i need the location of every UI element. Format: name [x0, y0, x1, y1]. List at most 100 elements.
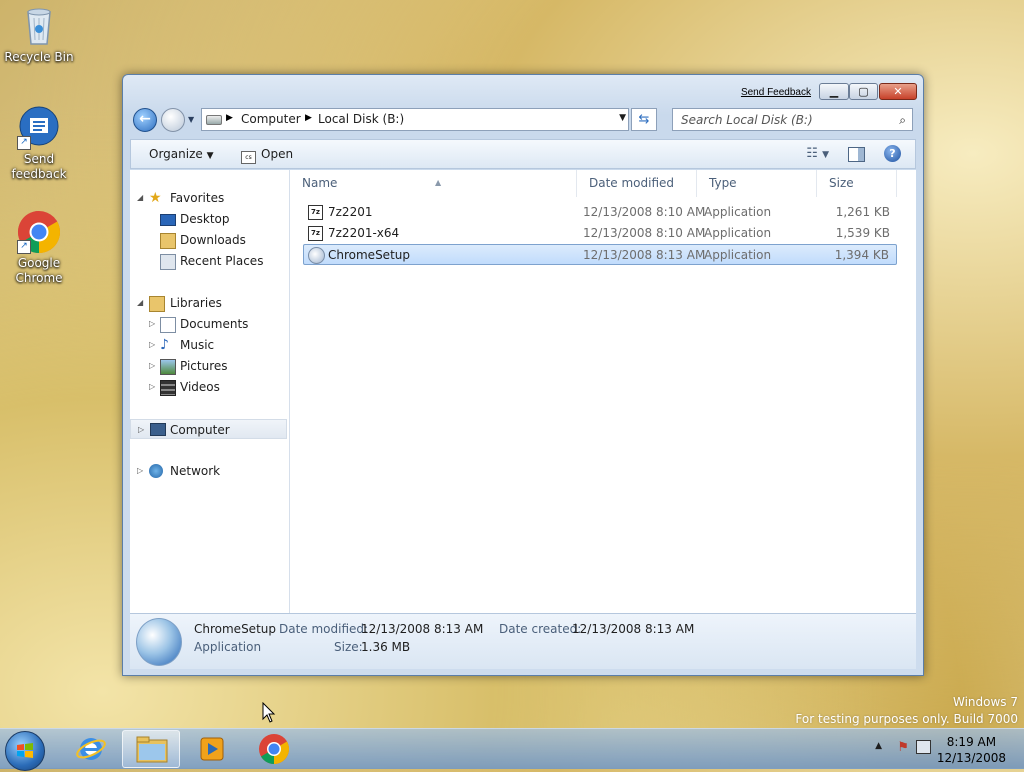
shortcut-arrow-icon: ↗: [17, 240, 31, 254]
media-player-icon: [200, 737, 224, 761]
collapsed-arrow-icon[interactable]: ▷: [138, 420, 144, 440]
start-button[interactable]: [5, 731, 45, 771]
details-size-value: 1.36 MB: [361, 640, 411, 654]
nav-music[interactable]: ▷ ♪ Music: [130, 335, 287, 355]
address-bar[interactable]: ▶ Computer ▶ Local Disk (B:) ▼: [201, 108, 629, 131]
chrome-icon: [259, 734, 290, 764]
breadcrumb-chevron-icon[interactable]: ▶: [305, 113, 312, 123]
taskbar-windows-explorer[interactable]: [122, 730, 180, 768]
network-tray-icon[interactable]: [916, 740, 931, 754]
column-header-name[interactable]: Name ▲: [290, 170, 577, 197]
details-created-value: 12/13/2008 8:13 AM: [572, 622, 695, 636]
nav-recent-places[interactable]: Recent Places: [130, 251, 287, 271]
details-file-type: Application: [194, 640, 262, 654]
breadcrumb-computer[interactable]: Computer: [241, 112, 301, 126]
open-icon: cs: [241, 151, 256, 164]
desktop-icon-label: Google Chrome: [15, 256, 63, 285]
nav-videos[interactable]: ▷ Videos: [130, 377, 287, 397]
file-size: 1,261 KB: [835, 205, 890, 219]
help-icon[interactable]: ?: [884, 145, 901, 162]
nav-favorites[interactable]: ◢ ★ Favorites: [130, 188, 287, 208]
setup-disc-icon: [136, 618, 182, 666]
desktop-icon-label: Send feedback: [11, 152, 67, 181]
clock-time: 8:19 AM: [946, 735, 997, 749]
command-bar: Organize ▼ cs Open ☷ ▼ ?: [130, 139, 916, 169]
column-label: Date modified: [589, 176, 675, 190]
file-row[interactable]: 7z 7z2201 12/13/2008 8:10 AM Application…: [304, 202, 898, 223]
computer-icon: [150, 423, 166, 436]
title-bar[interactable]: Send Feedback ▁ ▢ ✕: [123, 75, 923, 105]
chevron-down-icon: ▼: [206, 151, 214, 161]
taskbar-media-player[interactable]: [183, 730, 241, 768]
details-pane: ChromeSetup Date modified: 12/13/2008 8:…: [130, 613, 916, 669]
search-placeholder: Search Local Disk (B:): [681, 113, 813, 127]
nav-desktop[interactable]: Desktop: [130, 209, 287, 229]
file-type: Application: [704, 248, 772, 262]
taskbar: ▲ ⚑ 8:19 AM 12/13/2008: [0, 728, 1024, 771]
breadcrumb-local-disk[interactable]: Local Disk (B:): [318, 112, 404, 126]
collapsed-arrow-icon[interactable]: ▷: [149, 335, 155, 355]
details-size-label: Size:: [334, 640, 363, 654]
nav-documents[interactable]: ▷ Documents: [130, 314, 287, 334]
breadcrumb-chevron-icon[interactable]: ▶: [226, 113, 233, 123]
nav-label: Desktop: [180, 212, 230, 226]
organize-button[interactable]: Organize ▼: [149, 147, 214, 161]
nav-label: Network: [170, 464, 221, 478]
nav-libraries[interactable]: ◢ Libraries: [130, 293, 287, 313]
close-button[interactable]: ✕: [879, 83, 917, 100]
preview-pane-icon[interactable]: [848, 147, 865, 162]
nav-pictures[interactable]: ▷ Pictures: [130, 356, 287, 376]
desktop-icon-send-feedback[interactable]: ↗ Send feedback: [1, 106, 77, 182]
nav-label: Favorites: [170, 191, 225, 205]
chevron-down-icon: ▼: [822, 150, 829, 160]
details-modified-label: Date modified:: [279, 622, 369, 636]
change-view-button[interactable]: ☷ ▼: [806, 146, 829, 161]
file-row-selected[interactable]: ChromeSetup 12/13/2008 8:13 AM Applicati…: [303, 244, 897, 265]
maximize-button[interactable]: ▢: [849, 83, 878, 100]
collapsed-arrow-icon[interactable]: ▷: [137, 461, 143, 481]
show-hidden-icons-icon[interactable]: ▲: [875, 741, 882, 751]
column-header-size[interactable]: Size: [817, 170, 897, 197]
network-icon: [149, 464, 163, 478]
sort-ascending-icon: ▲: [435, 178, 442, 187]
recent-pages-dropdown-icon[interactable]: ▼: [188, 115, 194, 124]
nav-downloads[interactable]: Downloads: [130, 230, 287, 250]
details-file-name: ChromeSetup: [194, 622, 276, 636]
watermark-line2: For testing purposes only. Build 7000: [795, 712, 1018, 726]
clock[interactable]: 8:19 AM 12/13/2008: [937, 734, 1006, 766]
desktop-icon-recycle-bin[interactable]: Recycle Bin: [1, 4, 77, 65]
expanded-arrow-icon[interactable]: ◢: [137, 188, 143, 208]
file-list: Name ▲ Date modified Type Size 7z 7z2201…: [290, 170, 916, 613]
collapsed-arrow-icon[interactable]: ▷: [149, 314, 155, 334]
action-center-flag-icon[interactable]: ⚑: [897, 740, 909, 755]
column-header-type[interactable]: Type: [697, 170, 817, 197]
file-name: 7z2201-x64: [328, 226, 400, 240]
file-size: 1,539 KB: [835, 226, 890, 240]
minimize-button[interactable]: ▁: [819, 83, 849, 100]
taskbar-internet-explorer[interactable]: [62, 730, 120, 768]
nav-label: Computer: [170, 423, 230, 437]
open-button[interactable]: cs Open: [241, 147, 293, 164]
collapsed-arrow-icon[interactable]: ▷: [149, 377, 155, 397]
desktop-icon-google-chrome[interactable]: ↗ Google Chrome: [1, 210, 77, 286]
folder-icon: [136, 736, 168, 763]
taskbar-google-chrome[interactable]: [245, 730, 303, 768]
file-row[interactable]: 7z 7z2201-x64 12/13/2008 8:10 AM Applica…: [304, 223, 898, 244]
nav-computer[interactable]: ▷ Computer: [130, 419, 287, 439]
nav-network[interactable]: ▷ Network: [130, 461, 287, 481]
expanded-arrow-icon[interactable]: ◢: [137, 293, 143, 313]
search-icon[interactable]: ⌕: [899, 113, 906, 128]
refresh-button[interactable]: ⇆: [631, 108, 657, 131]
collapsed-arrow-icon[interactable]: ▷: [149, 356, 155, 376]
column-header-date-modified[interactable]: Date modified: [577, 170, 697, 197]
file-date: 12/13/2008 8:10 AM: [583, 226, 706, 240]
forward-button[interactable]: [161, 108, 185, 132]
mouse-cursor-icon: [262, 702, 276, 723]
back-button[interactable]: ←: [133, 108, 157, 132]
windows-logo-icon: [17, 743, 33, 758]
address-dropdown-icon[interactable]: ▼: [619, 113, 626, 123]
send-feedback-link[interactable]: Send Feedback: [741, 87, 811, 98]
documents-icon: [160, 317, 176, 333]
details-created-label: Date created:: [499, 622, 582, 636]
search-input[interactable]: Search Local Disk (B:) ⌕: [672, 108, 913, 131]
